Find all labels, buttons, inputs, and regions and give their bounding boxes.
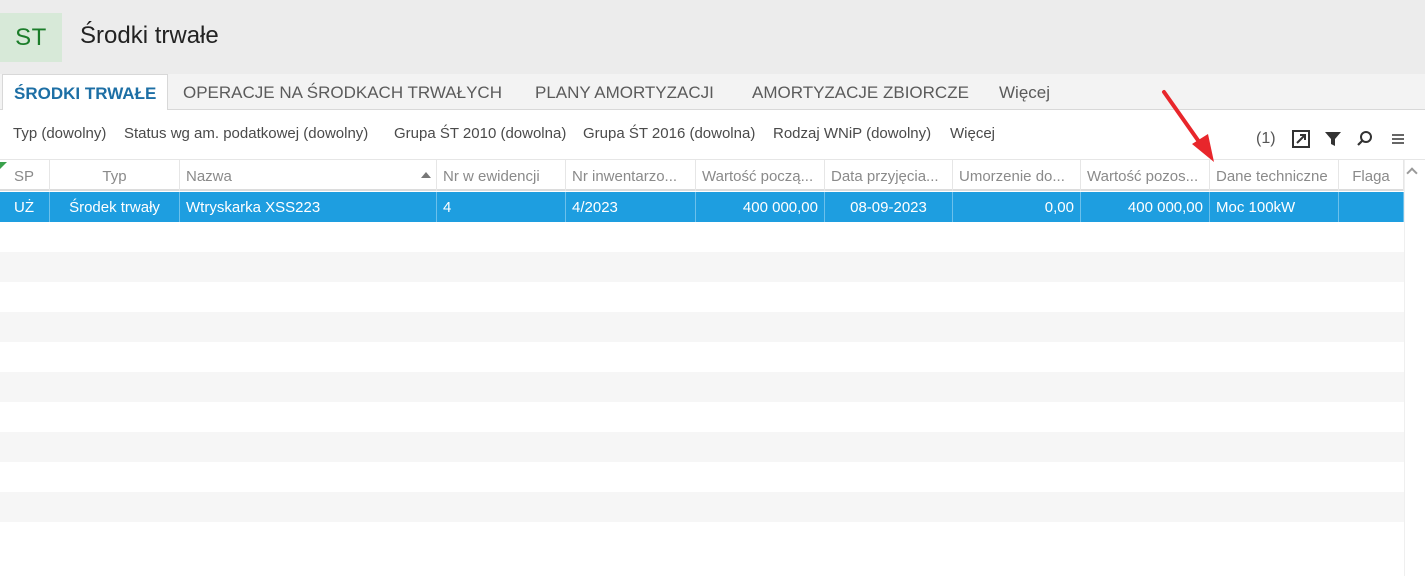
cell-nr-ewidencji: 4 <box>437 192 566 222</box>
column-header-umorzenie[interactable]: Umorzenie do... <box>953 160 1081 191</box>
filter-rodzaj-wnip[interactable]: Rodzaj WNiP (dowolny) <box>773 125 931 142</box>
column-header-data-przyjecia[interactable]: Data przyjęcia... <box>825 160 953 191</box>
empty-row <box>0 312 1404 342</box>
vertical-scrollbar[interactable] <box>1404 160 1425 576</box>
column-header-flaga[interactable]: Flaga <box>1339 160 1404 191</box>
sort-ascending-icon <box>421 172 431 178</box>
tab-more[interactable]: Więcej <box>999 74 1050 110</box>
empty-row <box>0 282 1404 312</box>
app-header: ST Środki trwałe <box>0 0 1425 74</box>
cell-data-przyjecia: 08-09-2023 <box>825 192 953 222</box>
cell-wartosc-poczatkowa: 400 000,00 <box>696 192 825 222</box>
column-header-sp[interactable]: SP <box>0 160 50 191</box>
page-title: Środki trwałe <box>80 22 219 49</box>
filter-grupa-st-2016[interactable]: Grupa ŚT 2016 (dowolna) <box>583 125 755 142</box>
tab-bar: ŚRODKI TRWAŁE OPERACJE NA ŚRODKACH TRWAŁ… <box>0 74 1425 111</box>
column-header-dane-techniczne[interactable]: Dane techniczne <box>1210 160 1339 191</box>
filter-bar: Typ (dowolny) Status wg am. podatkowej (… <box>0 110 1425 160</box>
cell-sp: UŻ <box>0 192 50 222</box>
column-header-nr-ewidencji[interactable]: Nr w ewidencji <box>437 160 566 191</box>
column-header-wartosc-pozostala[interactable]: Wartość pozos... <box>1081 160 1210 191</box>
column-header-nr-inwentarzowy[interactable]: Nr inwentarzo... <box>566 160 696 191</box>
cell-nr-inwentarzowy: 4/2023 <box>566 192 696 222</box>
tab-operacje[interactable]: OPERACJE NA ŚRODKACH TRWAŁYCH <box>183 74 502 110</box>
filter-more[interactable]: Więcej <box>950 125 995 142</box>
cell-nazwa: Wtryskarka XSS223 <box>180 192 437 222</box>
app-logo: ST <box>0 13 62 62</box>
column-header-nazwa[interactable]: Nazwa <box>180 160 437 191</box>
filter-status-podatkowy[interactable]: Status wg am. podatkowej (dowolny) <box>124 125 368 142</box>
search-icon[interactable] <box>1354 128 1376 150</box>
cell-typ: Środek trwały <box>50 192 180 222</box>
filter-icon[interactable] <box>1322 128 1344 150</box>
cell-dane-techniczne: Moc 100kW <box>1210 192 1339 222</box>
table-row[interactable]: UŻ Środek trwały Wtryskarka XSS223 4 4/2… <box>0 192 1404 222</box>
empty-row <box>0 402 1404 432</box>
cell-flaga <box>1339 192 1404 222</box>
empty-row <box>0 522 1404 552</box>
cell-wartosc-pozostala: 400 000,00 <box>1081 192 1210 222</box>
tab-amortyzacje-zbiorcze[interactable]: AMORTYZACJE ZBIORCZE <box>752 74 969 110</box>
empty-row <box>0 342 1404 372</box>
record-count: (1) <box>1256 130 1276 147</box>
grid-header: SP Typ Nazwa Nr w ewidencji Nr inwentarz… <box>0 160 1404 191</box>
tab-srodki-trwale[interactable]: ŚRODKI TRWAŁE <box>2 74 169 111</box>
empty-row <box>0 222 1404 252</box>
filter-grupa-st-2010[interactable]: Grupa ŚT 2010 (dowolna) <box>394 125 566 142</box>
empty-row <box>0 372 1404 402</box>
empty-row <box>0 252 1404 282</box>
tab-plany-amortyzacji[interactable]: PLANY AMORTYZACJI <box>535 74 714 110</box>
export-icon[interactable] <box>1290 128 1312 150</box>
corner-marker-icon <box>0 162 7 169</box>
column-header-wartosc-poczatkowa[interactable]: Wartość począ... <box>696 160 825 191</box>
empty-row <box>0 462 1404 492</box>
cell-umorzenie: 0,00 <box>953 192 1081 222</box>
column-header-typ[interactable]: Typ <box>50 160 180 191</box>
filter-typ[interactable]: Typ (dowolny) <box>13 125 106 142</box>
empty-row <box>0 432 1404 462</box>
menu-icon[interactable] <box>1387 128 1409 150</box>
empty-row <box>0 492 1404 522</box>
